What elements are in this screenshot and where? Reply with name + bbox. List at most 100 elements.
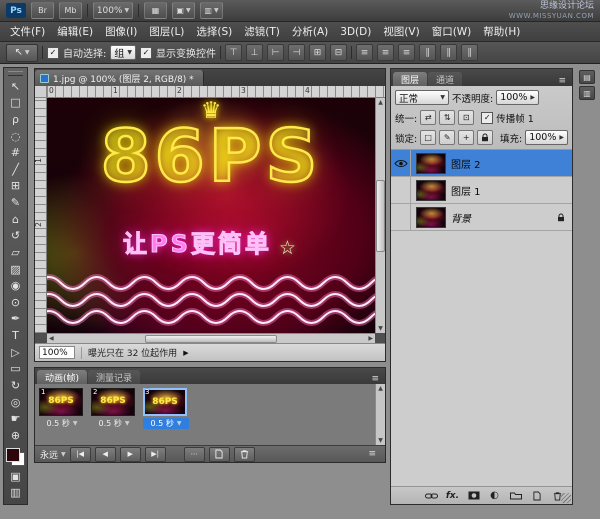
frame-delay-dropdown[interactable]: 0.5 秒 ▼ [91,418,137,429]
tab-layers[interactable]: 图层 [393,72,428,86]
unify-visibility-icon[interactable]: ⇅ [439,110,456,125]
duplicate-frame-button[interactable] [208,446,230,462]
menu-file[interactable]: 文件(F) [4,22,51,41]
scroll-right-icon[interactable]: ▶ [368,335,373,342]
3d-orbit-tool[interactable]: ◎ [5,394,26,411]
horizontal-ruler[interactable]: 0 1 2 3 4 [47,86,385,98]
pen-tool[interactable]: ✒ [5,311,26,328]
fill-field[interactable]: 100% ▶ [525,130,568,145]
collapsed-panel-icon[interactable]: ▥ [579,86,595,100]
bridge-icon[interactable]: Br [31,2,54,19]
new-layer-button[interactable] [530,490,543,502]
distribute-left-icon[interactable]: ∥ [419,44,436,61]
crop-tool[interactable]: # [5,144,26,161]
frame-delay-dropdown[interactable]: 0.5 秒 ▼ [143,418,189,429]
frames-scrollbar[interactable]: ▲ ▼ [375,384,385,445]
layer-name[interactable]: 图层 1 [451,183,481,198]
layer-thumbnail[interactable] [416,206,446,228]
history-brush-tool[interactable]: ↺ [5,228,26,245]
document-tab[interactable]: 1.jpg @ 100% (图层 2, RGB/8) * [35,70,204,86]
move-tool[interactable]: ↖ [5,78,26,95]
brush-tool[interactable]: ✎ [5,194,26,211]
scrollbar-thumb[interactable] [376,179,385,252]
layer-row-background[interactable]: 背景 [391,204,572,231]
menu-3d[interactable]: 3D(D) [334,22,377,41]
shape-tool[interactable]: ▭ [5,361,26,378]
blur-tool[interactable]: ◉ [5,277,26,294]
marquee-tool[interactable]: □ [5,95,26,112]
unify-style-icon[interactable]: ⊡ [458,110,475,125]
frame-thumbnail[interactable]: 86PS [39,388,83,416]
menu-filter[interactable]: 滤镜(T) [238,22,286,41]
scroll-left-icon[interactable]: ◀ [49,335,54,342]
menu-view[interactable]: 视图(V) [377,22,425,41]
delete-frame-button[interactable] [233,446,255,462]
align-bottom-icon[interactable]: ⊥ [246,44,263,61]
animation-frame-2[interactable]: 2 86PS 0.5 秒 ▼ [91,388,137,443]
distribute-middle-icon[interactable]: ≡ [377,44,394,61]
menu-image[interactable]: 图像(I) [99,22,143,41]
panel-menu-icon[interactable]: ≡ [367,374,383,384]
eraser-tool[interactable]: ▱ [5,244,26,261]
screen-mode-icon[interactable]: ▥ ▼ [200,2,223,19]
previous-frame-button[interactable]: ◀ [94,446,116,462]
tween-button[interactable]: ⋯ [183,446,205,462]
lock-position-icon[interactable]: + [458,130,475,145]
panel-menu-icon[interactable]: ≡ [364,449,380,459]
dodge-tool[interactable]: ⊙ [5,294,26,311]
frame-thumbnail[interactable]: 86PS [143,388,187,416]
propagate-frame-checkbox[interactable]: ✓ [481,111,494,124]
layer-name[interactable]: 图层 2 [451,156,481,171]
visibility-toggle[interactable] [391,204,411,230]
distribute-bottom-icon[interactable]: ≡ [398,44,415,61]
first-frame-button[interactable]: |◀ [69,446,91,462]
animation-frame-1[interactable]: 1 86PS 0.5 秒 ▼ [39,388,85,443]
collapsed-panel-icon[interactable]: ▤ [579,70,595,84]
3d-rotate-tool[interactable]: ↻ [5,377,26,394]
lasso-tool[interactable]: ρ [5,111,26,128]
path-selection-tool[interactable]: ▷ [5,344,26,361]
arrange-documents-icon[interactable]: ▣ ▼ [172,2,195,19]
auto-select-dropdown[interactable]: 组 ▼ [110,45,136,60]
eyedropper-tool[interactable]: ╱ [5,161,26,178]
layer-name[interactable]: 背景 [451,210,471,225]
layer-thumbnail[interactable] [416,152,446,174]
tab-channels[interactable]: 通道 [428,72,463,86]
frame-thumbnail[interactable]: 86PS [91,388,135,416]
align-center-h-icon[interactable]: ⊞ [309,44,326,61]
zoom-level-field[interactable]: 100% ▼ [93,2,133,19]
type-tool[interactable]: T [5,327,26,344]
animation-frame-3-selected[interactable]: 3 86PS 0.5 秒 ▼ [143,388,189,443]
horizontal-scrollbar[interactable]: ◀ ▶ [47,333,375,343]
tab-animation-frames[interactable]: 动画(帧) [37,370,88,384]
scroll-down-icon[interactable]: ▼ [378,437,383,444]
layer-row-layer1[interactable]: 图层 1 [391,177,572,204]
tool-preset-picker[interactable]: ↖ ▼ [6,43,38,62]
lock-pixels-icon[interactable]: ✎ [439,130,456,145]
gradient-tool[interactable]: ▨ [5,261,26,278]
play-button[interactable]: ▶ [119,446,141,462]
menu-help[interactable]: 帮助(H) [477,22,526,41]
loop-count-dropdown[interactable]: 永远 ▼ [40,448,66,461]
unify-position-icon[interactable]: ⇄ [420,110,437,125]
scrollbar-thumb[interactable] [145,334,277,343]
panel-menu-icon[interactable]: ≡ [554,76,570,86]
panel-resize-grip[interactable] [561,493,571,503]
zoom-tool[interactable]: ⊕ [5,427,26,444]
lock-all-icon[interactable] [477,130,494,145]
healing-brush-tool[interactable]: ⊞ [5,178,26,195]
scroll-down-icon[interactable]: ▼ [378,325,383,332]
align-left-icon[interactable]: ⊢ [267,44,284,61]
scroll-up-icon[interactable]: ▲ [378,385,383,392]
minibridge-icon[interactable]: Mb [59,2,82,19]
view-extras-icon[interactable]: ▦ [144,2,167,19]
adjustment-layer-button[interactable]: ◐ [488,490,501,502]
panel-grip[interactable] [8,71,23,76]
add-mask-button[interactable] [467,490,480,502]
opacity-field[interactable]: 100% ▶ [496,90,539,105]
align-top-icon[interactable]: ⊤ [225,44,242,61]
lock-transparency-icon[interactable]: □ [420,130,437,145]
vertical-ruler[interactable]: 1 2 [34,98,47,333]
visibility-toggle[interactable] [391,150,411,176]
next-frame-button[interactable]: ▶| [144,446,166,462]
